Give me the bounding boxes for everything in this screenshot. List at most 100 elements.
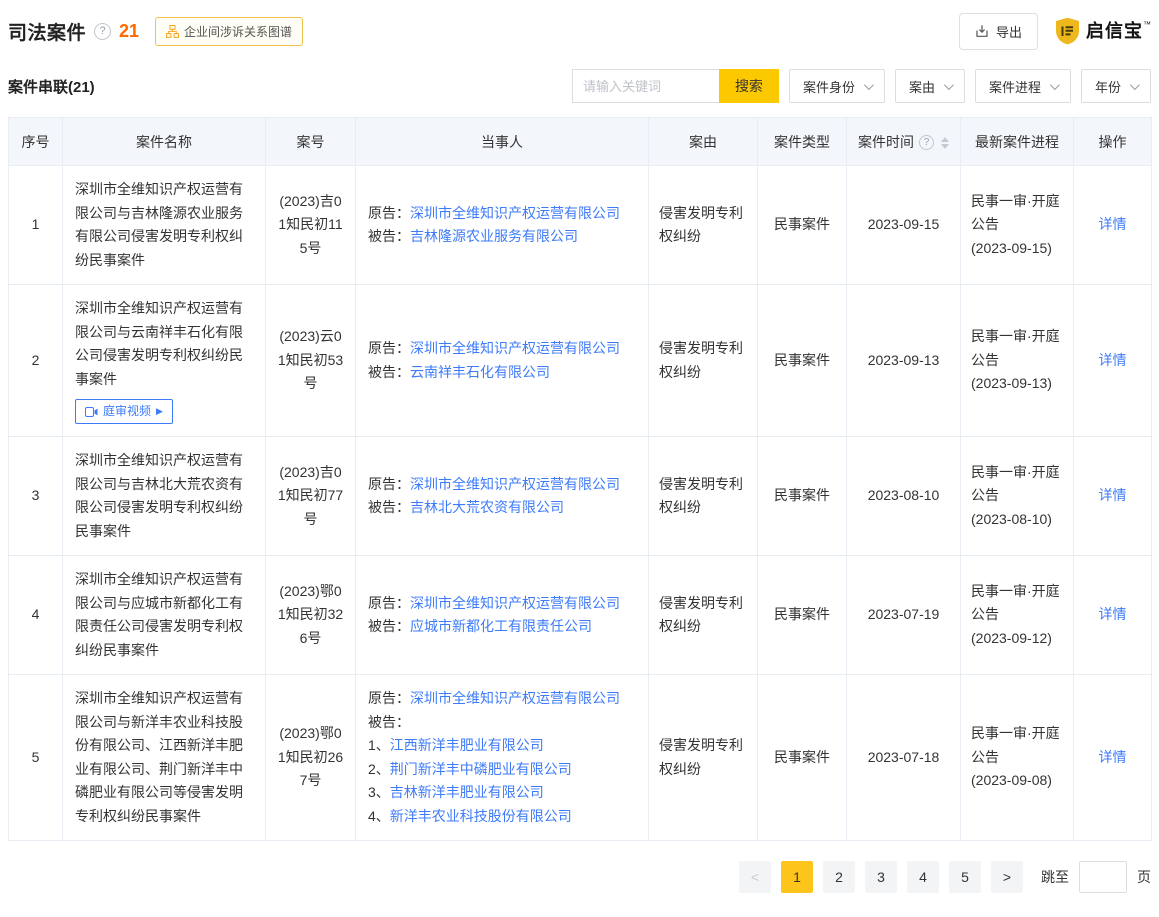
cell-case-time: 2023-08-10 <box>847 437 961 556</box>
search-box: 搜索 <box>572 69 779 103</box>
progress-text: 民事一审·开庭公告 <box>971 461 1063 508</box>
download-icon <box>975 24 989 38</box>
pagination: < 12345 > 跳至 页 <box>8 861 1151 893</box>
company-link[interactable]: 荆门新洋丰中磷肥业有限公司 <box>390 761 572 777</box>
progress-date: (2023-08-10) <box>971 508 1063 532</box>
company-link[interactable]: 吉林隆源农业服务有限公司 <box>410 228 578 244</box>
litigation-graph-button[interactable]: 企业间涉诉关系图谱 <box>155 17 303 46</box>
top-bar: 司法案件 ? 21 企业间涉诉关系图谱 导出 <box>8 10 1151 52</box>
progress-text: 民事一审·开庭公告 <box>971 190 1063 237</box>
cell-case-name: 深圳市全维知识产权运营有限公司与云南祥丰石化有限公司侵害发明专利权纠纷民事案件庭… <box>63 285 266 437</box>
defendant-label: 被告： <box>368 618 410 634</box>
case-table-body: 1深圳市全维知识产权运营有限公司与吉林隆源农业服务有限公司侵害发明专利权纠纷民事… <box>9 166 1152 841</box>
cell-cause: 侵害发明专利权纠纷 <box>649 556 758 675</box>
case-time-help-icon[interactable]: ? <box>919 135 934 150</box>
cell-case-name: 深圳市全维知识产权运营有限公司与吉林隆源农业服务有限公司侵害发明专利权纠纷民事案… <box>63 166 266 285</box>
company-link[interactable]: 新洋丰农业科技股份有限公司 <box>390 808 572 824</box>
page-button-5[interactable]: 5 <box>949 861 981 893</box>
col-header-cause: 案由 <box>649 118 758 166</box>
jump-page-input[interactable] <box>1079 861 1127 893</box>
filter-dropdown-2[interactable]: 案件进程 <box>975 69 1071 103</box>
company-link[interactable]: 深圳市全维知识产权运营有限公司 <box>410 205 620 221</box>
page-button-4[interactable]: 4 <box>907 861 939 893</box>
brand-trademark: ™ <box>1143 20 1151 29</box>
company-link[interactable]: 深圳市全维知识产权运营有限公司 <box>410 476 620 492</box>
detail-link[interactable]: 详情 <box>1099 606 1127 622</box>
filter-label: 年份 <box>1095 77 1121 96</box>
page-button-2[interactable]: 2 <box>823 861 855 893</box>
page-button-3[interactable]: 3 <box>865 861 897 893</box>
filter-dropdown-1[interactable]: 案由 <box>895 69 965 103</box>
table-row: 3深圳市全维知识产权运营有限公司与吉林北大荒农资有限公司侵害发明专利权纠纷民事案… <box>9 437 1152 556</box>
cell-index: 5 <box>9 675 63 841</box>
table-header-row: 序号 案件名称 案号 当事人 案由 案件类型 案件时间? 最新案件进程 操作 <box>9 118 1152 166</box>
col-header-case-type: 案件类型 <box>758 118 847 166</box>
filter-label: 案由 <box>909 77 935 96</box>
next-page-button[interactable]: > <box>991 861 1023 893</box>
page-button-1[interactable]: 1 <box>781 861 813 893</box>
court-video-button[interactable]: 庭审视频▶ <box>75 399 173 424</box>
plaintiff-label: 原告： <box>368 476 410 492</box>
brand-logo: 启信宝 ™ <box>1054 17 1151 45</box>
detail-link[interactable]: 详情 <box>1099 352 1127 368</box>
filter-dropdown-3[interactable]: 年份 <box>1081 69 1151 103</box>
case-name: 深圳市全维知识产权运营有限公司与应城市新都化工有限责任公司侵害发明专利权纠纷民事… <box>75 568 253 662</box>
progress-text: 民事一审·开庭公告 <box>971 325 1063 372</box>
case-name: 深圳市全维知识产权运营有限公司与吉林隆源农业服务有限公司侵害发明专利权纠纷民事案… <box>75 178 253 272</box>
cell-progress: 民事一审·开庭公告(2023-08-10) <box>961 437 1074 556</box>
cell-progress: 民事一审·开庭公告(2023-09-08) <box>961 675 1074 841</box>
search-input[interactable] <box>572 69 719 103</box>
detail-link[interactable]: 详情 <box>1099 216 1127 232</box>
company-link[interactable]: 云南祥丰石化有限公司 <box>410 364 550 380</box>
export-button[interactable]: 导出 <box>959 13 1038 50</box>
cell-cause: 侵害发明专利权纠纷 <box>649 437 758 556</box>
cell-action: 详情 <box>1074 166 1152 285</box>
prev-page-button[interactable]: < <box>739 861 771 893</box>
col-header-case-no: 案号 <box>266 118 356 166</box>
company-link[interactable]: 吉林新洋丰肥业有限公司 <box>390 784 544 800</box>
cell-parties: 原告：深圳市全维知识产权运营有限公司被告：1、江西新洋丰肥业有限公司2、荆门新洋… <box>356 675 649 841</box>
sort-icon[interactable] <box>941 137 949 149</box>
page-unit-label: 页 <box>1137 867 1151 887</box>
company-link[interactable]: 应城市新都化工有限责任公司 <box>410 618 592 634</box>
cell-parties: 原告：深圳市全维知识产权运营有限公司被告：吉林北大荒农资有限公司 <box>356 437 649 556</box>
help-icon[interactable]: ? <box>94 23 111 40</box>
cell-case-name: 深圳市全维知识产权运营有限公司与新洋丰农业科技股份有限公司、江西新洋丰肥业有限公… <box>63 675 266 841</box>
section-title: 案件串联(21) <box>8 76 95 97</box>
cell-case-type: 民事案件 <box>758 437 847 556</box>
defendant-number: 3、 <box>368 784 390 800</box>
export-label: 导出 <box>996 22 1022 41</box>
company-link[interactable]: 深圳市全维知识产权运营有限公司 <box>410 595 620 611</box>
cell-cause: 侵害发明专利权纠纷 <box>649 166 758 285</box>
cases-table: 序号 案件名称 案号 当事人 案由 案件类型 案件时间? 最新案件进程 操作 1… <box>8 117 1152 841</box>
page-numbers: 12345 <box>781 861 981 893</box>
company-link[interactable]: 江西新洋丰肥业有限公司 <box>390 737 544 753</box>
defendant-number: 1、 <box>368 737 390 753</box>
detail-link[interactable]: 详情 <box>1099 487 1127 503</box>
progress-date: (2023-09-08) <box>971 769 1063 793</box>
company-link[interactable]: 深圳市全维知识产权运营有限公司 <box>410 340 620 356</box>
jump-to-label: 跳至 <box>1041 867 1069 887</box>
filter-dropdown-0[interactable]: 案件身份 <box>789 69 885 103</box>
org-chart-icon <box>166 25 179 38</box>
cell-case-no: (2023)鄂01知民初326号 <box>266 556 356 675</box>
search-button[interactable]: 搜索 <box>719 69 779 103</box>
cell-case-no: (2023)云01知民初53号 <box>266 285 356 437</box>
cell-index: 1 <box>9 166 63 285</box>
company-link[interactable]: 深圳市全维知识产权运营有限公司 <box>410 690 620 706</box>
cell-parties: 原告：深圳市全维知识产权运营有限公司被告：云南祥丰石化有限公司 <box>356 285 649 437</box>
filter-buttons: 案件身份 案由 案件进程 年份 <box>779 69 1151 103</box>
progress-text: 民事一审·开庭公告 <box>971 580 1063 627</box>
detail-link[interactable]: 详情 <box>1099 749 1127 765</box>
defendant-label: 被告： <box>368 364 410 380</box>
progress-date: (2023-09-15) <box>971 237 1063 261</box>
cell-case-type: 民事案件 <box>758 285 847 437</box>
cell-index: 4 <box>9 556 63 675</box>
company-link[interactable]: 吉林北大荒农资有限公司 <box>410 499 564 515</box>
defendant-label: 被告： <box>368 228 410 244</box>
cell-index: 3 <box>9 437 63 556</box>
col-header-case-name: 案件名称 <box>63 118 266 166</box>
col-header-progress: 最新案件进程 <box>961 118 1074 166</box>
filter-label: 案件进程 <box>989 77 1041 96</box>
chevron-down-icon <box>1050 80 1060 90</box>
